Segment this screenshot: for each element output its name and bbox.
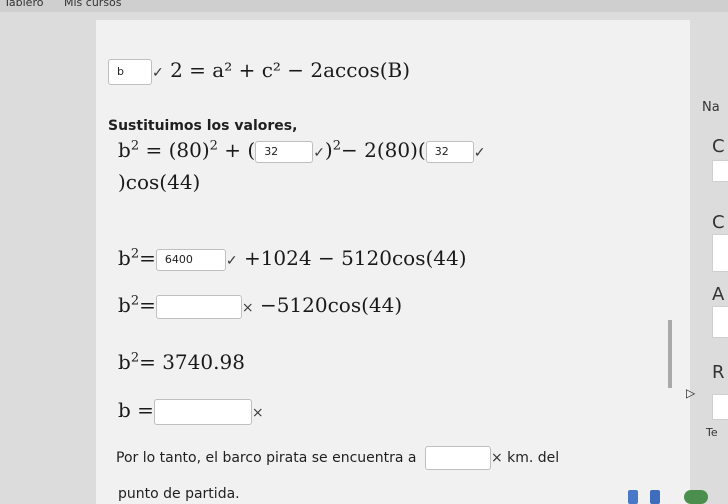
eq-part-2: + ( (224, 138, 256, 162)
check-icon: ✓ (152, 65, 164, 81)
substitution-line-cont: )cos(44) (118, 170, 201, 194)
answer-box-distance[interactable] (424, 446, 491, 470)
conclusion-text: Por lo tanto, el barco pirata se encuent… (116, 450, 417, 466)
right-label-na: Na (702, 100, 720, 115)
right-label-r: R (712, 362, 725, 383)
nav-tab-courses[interactable]: Mis cursos (64, 0, 122, 9)
b-equals: b = (118, 398, 154, 422)
right-label-a: A (712, 284, 725, 305)
check-icon: ✓ (225, 253, 238, 269)
eq-part-1: = (80) (145, 138, 210, 162)
answer-box-b-value[interactable] (153, 398, 252, 425)
conclusion-line-2: punto de partida. (118, 486, 240, 502)
right-stub-3[interactable] (712, 306, 728, 338)
answer-box-b[interactable]: b (108, 58, 152, 85)
eq-part-4: − 2(80)( (341, 138, 426, 162)
taskbar-icon[interactable] (684, 490, 708, 504)
var-b: b (118, 246, 131, 270)
answer-box-32-a[interactable]: 32 (255, 140, 314, 163)
check-icon: ✓ (313, 145, 325, 161)
answer-box-32-b[interactable]: 32 (425, 140, 474, 163)
eq-tail: −5120cos(44) (259, 293, 403, 317)
taskbar-icon[interactable] (628, 490, 638, 504)
nav-tab-dashboard[interactable]: Tablero (4, 0, 43, 9)
cross-icon: × (241, 300, 254, 316)
scrollbar[interactable] (668, 320, 672, 388)
law-of-cosines-formula: 2 = a² + c² − 2accos(B) (170, 58, 411, 82)
taskbar-icon[interactable] (650, 490, 660, 504)
check-icon: ✓ (473, 145, 486, 161)
subtitle-text: Sustituimos los valores, (108, 118, 298, 134)
right-label-c1: C (712, 136, 725, 157)
right-label-c2: C (712, 212, 725, 233)
right-label-te: Te (706, 426, 718, 439)
answer-box-sum[interactable] (155, 294, 242, 319)
eq-part-3: ) (324, 138, 333, 162)
expanded-line: b2= 6400 ✓ +1024 − 5120cos(44) (118, 246, 467, 271)
right-stub-4[interactable] (712, 394, 728, 420)
right-stub-1[interactable] (712, 160, 728, 182)
top-nav: Tablero Mis cursos (0, 0, 728, 12)
eq-tail: +1024 − 5120cos(44) (243, 246, 467, 270)
equals: = (139, 246, 156, 270)
equals: = (139, 293, 156, 317)
law-of-cosines-line: b ✓ 2 = a² + c² − 2accos(B) (108, 58, 410, 85)
cross-icon: × (490, 450, 503, 466)
var-b: b (118, 350, 131, 374)
var-b: b (118, 138, 131, 162)
var-b: b (118, 293, 131, 317)
conclusion-line: Por lo tanto, el barco pirata se encuent… (116, 446, 559, 470)
conclusion-unit: km. del (507, 450, 560, 466)
result-value: = 3740.98 (139, 350, 245, 374)
right-stub-2[interactable] (712, 234, 728, 272)
sum-line: b2= × −5120cos(44) (118, 293, 403, 319)
mouse-cursor-icon: ▷ (686, 386, 696, 400)
taskbar-strip (580, 490, 728, 504)
b-squared-result: b2= 3740.98 (118, 350, 245, 374)
answer-box-6400[interactable]: 6400 (155, 248, 226, 271)
b-result-line: b = × (118, 398, 264, 425)
cross-icon: × (251, 405, 264, 421)
substitution-line: b2 = (80)2 + (32 ✓)2− 2(80)(32 ✓ (118, 138, 486, 163)
